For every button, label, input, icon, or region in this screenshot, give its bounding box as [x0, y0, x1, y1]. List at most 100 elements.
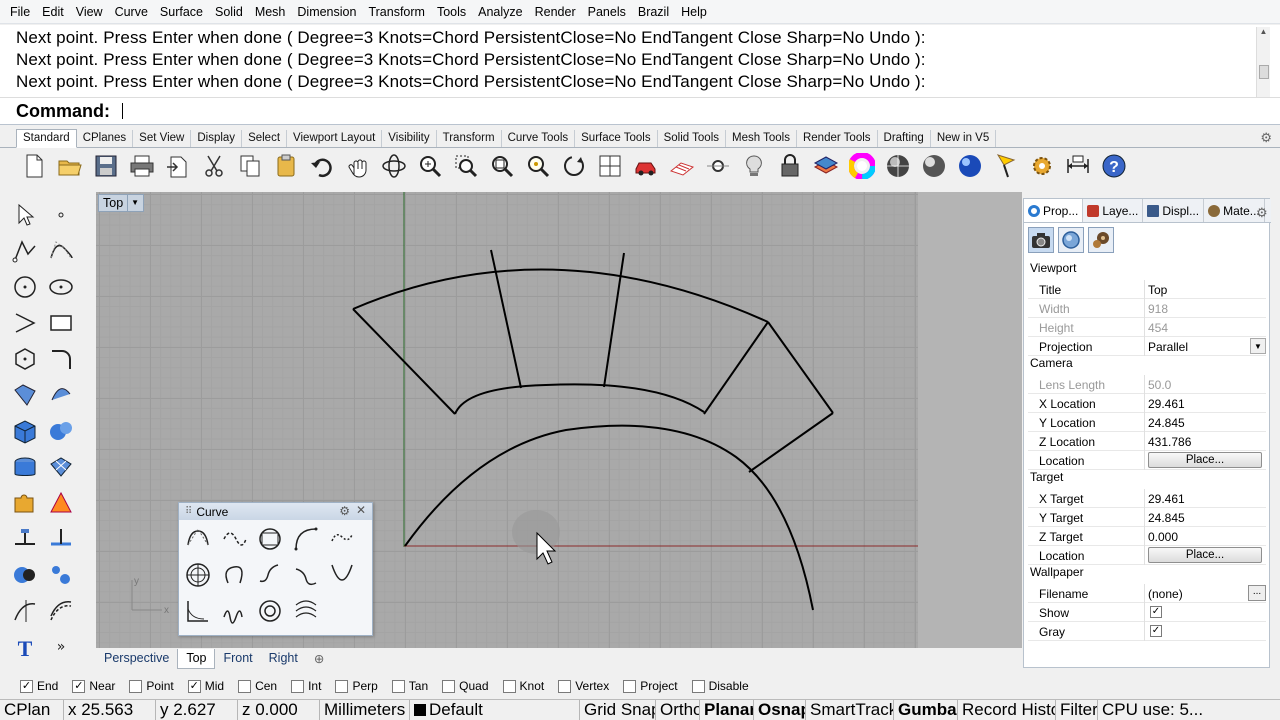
osnap-checkbox[interactable]: ✓ — [20, 679, 33, 693]
checkbox[interactable]: ✓ — [1150, 606, 1162, 618]
osnap-knot[interactable]: Knot — [502, 679, 544, 693]
menu-dimension[interactable]: Dimension — [291, 0, 362, 24]
tab-transform[interactable]: Transform — [437, 130, 502, 147]
light-icon[interactable] — [736, 149, 772, 183]
inner-arc-curve[interactable] — [454, 383, 705, 415]
mesh-icon[interactable] — [44, 450, 78, 484]
osnap-checkbox[interactable] — [291, 679, 305, 693]
menu-view[interactable]: View — [70, 0, 109, 24]
open-icon[interactable] — [52, 149, 88, 183]
tab-new-in-v5[interactable]: New in V5 — [931, 130, 997, 147]
browse-button[interactable]: ... — [1248, 585, 1266, 601]
menu-panels[interactable]: Panels — [582, 0, 632, 24]
camera-icon[interactable] — [1028, 227, 1054, 253]
points-on-icon[interactable] — [44, 558, 78, 592]
arc-icon[interactable] — [8, 306, 42, 340]
offset-icon[interactable] — [44, 594, 78, 628]
color-wheel-icon[interactable] — [844, 149, 880, 183]
spiral-icon[interactable] — [181, 558, 215, 592]
cut-icon[interactable] — [196, 149, 232, 183]
conic-icon[interactable] — [181, 594, 215, 628]
tab-select[interactable]: Select — [242, 130, 288, 147]
rectangle-icon[interactable] — [44, 306, 78, 340]
import-icon[interactable] — [160, 149, 196, 183]
menu-surface[interactable]: Surface — [154, 0, 209, 24]
dim-tool-icon[interactable] — [8, 522, 42, 556]
curve-toolbar-palette[interactable]: ⠿ Curve ⚙ ✕ — [178, 502, 373, 636]
select-arrow-icon[interactable] — [8, 198, 42, 232]
osnap-checkbox[interactable]: ✓ — [72, 679, 86, 693]
pan-icon[interactable] — [340, 149, 376, 183]
surface-icon[interactable] — [8, 378, 42, 412]
menu-help[interactable]: Help — [675, 0, 713, 24]
menu-transform[interactable]: Transform — [362, 0, 431, 24]
status-ortho[interactable]: Ortho — [656, 700, 700, 720]
zoom-selected-icon[interactable] — [520, 149, 556, 183]
osnap-checkbox[interactable] — [691, 679, 705, 693]
undo-icon[interactable] — [304, 149, 340, 183]
copy-icon[interactable] — [232, 149, 268, 183]
osnap-checkbox[interactable]: ✓ — [187, 679, 201, 693]
cloud-curve-icon[interactable] — [325, 522, 359, 556]
menu-brazil[interactable]: Brazil — [632, 0, 675, 24]
tab-visibility[interactable]: Visibility — [382, 130, 437, 147]
parabola-icon[interactable] — [325, 558, 359, 592]
sphere-shaded-icon[interactable] — [880, 149, 916, 183]
blend-curve-icon[interactable] — [289, 558, 323, 592]
car-icon[interactable] — [628, 149, 664, 183]
status-smarttrack[interactable]: SmartTrack — [806, 700, 894, 720]
scroll-thumb[interactable] — [1259, 65, 1269, 79]
texture-icon[interactable] — [1088, 227, 1114, 253]
zoom-window-icon[interactable] — [448, 149, 484, 183]
osnap-vertex[interactable]: Vertex — [558, 679, 609, 693]
tab-display[interactable]: Displ... — [1143, 199, 1205, 222]
cplane-icon[interactable] — [664, 149, 700, 183]
tab-front[interactable]: Front — [215, 649, 260, 669]
polygon-icon[interactable] — [8, 342, 42, 376]
checkbox[interactable]: ✓ — [1150, 625, 1162, 637]
osnap-cen[interactable]: Cen — [238, 679, 277, 693]
osnap-checkbox[interactable] — [391, 679, 405, 693]
gear-icon[interactable]: ⚙ — [339, 504, 350, 518]
osnap-checkbox[interactable] — [129, 679, 143, 693]
osnap-perp[interactable]: Perp — [335, 679, 378, 693]
status-units[interactable]: Millimeters — [320, 700, 410, 720]
flag-icon[interactable] — [988, 149, 1024, 183]
polyline-icon[interactable] — [8, 234, 42, 268]
lock-icon[interactable] — [772, 149, 808, 183]
status-layer[interactable]: Default — [410, 700, 580, 720]
osnap-int[interactable]: Int — [291, 679, 321, 693]
extrude-icon[interactable] — [8, 450, 42, 484]
analyze-icon[interactable] — [44, 486, 78, 520]
zoom-icon[interactable] — [412, 149, 448, 183]
status-filter[interactable]: Filter — [1056, 700, 1098, 720]
menu-render[interactable]: Render — [529, 0, 582, 24]
loft-icon[interactable] — [44, 378, 78, 412]
tab-drafting[interactable]: Drafting — [878, 130, 931, 147]
wave-curve-icon[interactable] — [289, 594, 323, 628]
rotate-icon[interactable] — [556, 149, 592, 183]
split-icon[interactable] — [44, 522, 78, 556]
loop-curve-icon[interactable] — [217, 558, 251, 592]
menu-solid[interactable]: Solid — [209, 0, 249, 24]
fillet-icon[interactable] — [44, 342, 78, 376]
paste-icon[interactable] — [268, 149, 304, 183]
tab-surface-tools[interactable]: Surface Tools — [575, 130, 658, 147]
divider-curve[interactable] — [703, 321, 769, 415]
tab-curve-tools[interactable]: Curve Tools — [502, 130, 576, 147]
command-input[interactable] — [122, 102, 1232, 120]
tab-properties[interactable]: Prop... — [1024, 199, 1084, 222]
help-icon[interactable]: ? — [1096, 149, 1132, 183]
chevron-down-icon[interactable]: ▼ — [127, 195, 139, 211]
tab-layers[interactable]: Laye... — [1083, 199, 1144, 222]
osnap-point[interactable]: Point — [129, 679, 174, 693]
osnap-quad[interactable]: Quad — [442, 679, 489, 693]
status-cplane[interactable]: CPlan — [0, 700, 64, 720]
osnap-project[interactable]: Project — [623, 679, 678, 693]
outer-arc-curve[interactable] — [352, 268, 769, 323]
chevron-down-icon[interactable]: ▼ — [1250, 338, 1266, 354]
toolbar-gear-icon[interactable]: ⚙ — [1260, 130, 1272, 146]
puzzle-icon[interactable] — [8, 486, 42, 520]
osnap-checkbox[interactable] — [502, 679, 516, 693]
sphere-tool-icon[interactable] — [44, 414, 78, 448]
